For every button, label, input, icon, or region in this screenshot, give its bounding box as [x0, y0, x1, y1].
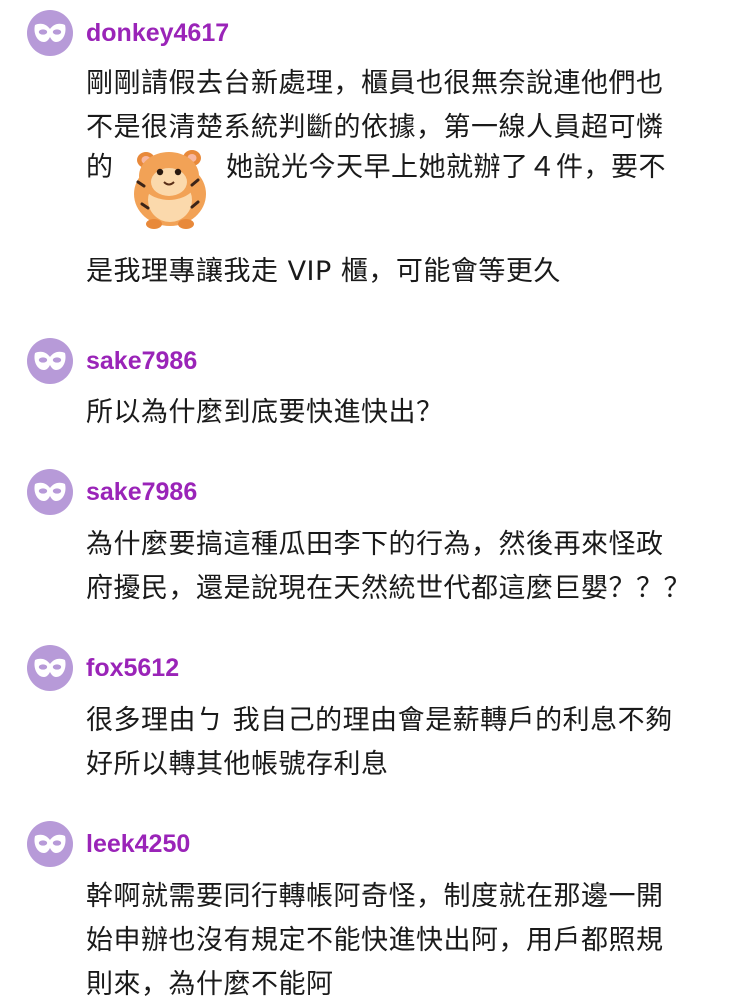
- comment-line-fragment: 的: [86, 152, 114, 183]
- comment-line: 剛剛請假去台新處理，櫃員也很無奈說連他們也: [86, 68, 664, 99]
- avatar[interactable]: [27, 10, 73, 56]
- comment-line-fragment: 她說光今天早上她就辦了４件，要不: [226, 152, 666, 183]
- comment-line: 是我理專讓我走 VIP 櫃，可能會等更久: [86, 256, 561, 287]
- mask-icon: [34, 658, 66, 677]
- comment-line: 則來，為什麼不能阿: [86, 969, 334, 1000]
- comment-line: 幹啊就需要同行轉帳阿奇怪，制度就在那邊一開: [86, 881, 664, 912]
- comment-body: 剛剛請假去台新處理，櫃員也很無奈說連他們也 不是很清楚系統判斷的依據，第一線人員…: [86, 62, 726, 294]
- comment-body: 所以為什麼到底要快進快出？: [86, 391, 726, 435]
- username[interactable]: leek4250: [86, 829, 190, 859]
- comment-body: 為什麼要搞這種瓜田李下的行為，然後再來怪政 府擾民，還是說現在天然統世代都這麼巨…: [86, 523, 726, 611]
- avatar[interactable]: [27, 821, 73, 867]
- mask-icon: [34, 482, 66, 501]
- comment-body: 幹啊就需要同行轉帳阿奇怪，制度就在那邊一開 始申辦也沒有規定不能快進快出阿，用戶…: [86, 875, 726, 1007]
- comment-line: 為什麼要搞這種瓜田李下的行為，然後再來怪政: [86, 529, 664, 560]
- avatar[interactable]: [27, 645, 73, 691]
- mask-icon: [34, 23, 66, 42]
- username[interactable]: sake7986: [86, 477, 197, 507]
- mask-icon: [34, 834, 66, 853]
- comment-line: 所以為什麼到底要快進快出？: [86, 397, 444, 428]
- comment-line: 始申辦也沒有規定不能快進快出阿，用戶都照規: [86, 925, 664, 956]
- username[interactable]: sake7986: [86, 346, 197, 376]
- comment-body: 很多理由ㄅ 我自己的理由會是薪轉戶的利息不夠 好所以轉其他帳號存利息: [86, 699, 726, 787]
- username[interactable]: donkey4617: [86, 18, 229, 48]
- avatar[interactable]: [27, 338, 73, 384]
- comment-line: 府擾民，還是說現在天然統世代都這麼巨嬰？？？: [86, 573, 691, 604]
- avatar[interactable]: [27, 469, 73, 515]
- sticker-line: 的 她說光今天早上她就辦了４件，要不: [86, 150, 726, 250]
- mask-icon: [34, 351, 66, 370]
- comment-line: 很多理由ㄅ 我自己的理由會是薪轉戶的利息不夠: [86, 705, 673, 736]
- username[interactable]: fox5612: [86, 653, 179, 683]
- comment-line: 好所以轉其他帳號存利息: [86, 749, 389, 780]
- hamster-sticker-icon: [134, 150, 206, 229]
